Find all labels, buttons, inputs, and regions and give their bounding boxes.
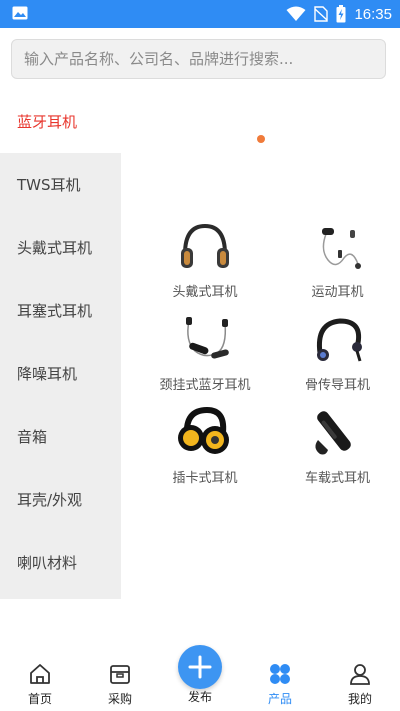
- box-icon: [110, 665, 130, 684]
- no-sim-icon: [314, 6, 329, 22]
- nav-label: 首页: [27, 692, 52, 706]
- sidebar-item-bluetooth-earphones[interactable]: 蓝牙耳机: [0, 90, 121, 153]
- product-label: 车载式耳机: [304, 471, 370, 486]
- sidebar-item-label: 耳壳/外观: [17, 491, 83, 509]
- carousel-indicator-dot: [257, 135, 265, 143]
- sidebar-item-tws-earphones[interactable]: TWS耳机: [0, 153, 121, 216]
- plus-icon: [188, 655, 212, 679]
- sidebar-item-shells-appearance[interactable]: 耳壳/外观: [0, 468, 121, 531]
- search-bar: [0, 28, 400, 90]
- product-panel: 头戴式耳机 运动耳机 颈挂式蓝牙耳机 骨传导耳机 插卡式耳机 车载式耳机: [121, 90, 400, 599]
- card-slot-headphones-icon: [178, 406, 229, 454]
- bone-conduction-headphones-icon: [316, 318, 362, 362]
- product-label: 运动耳机: [311, 285, 364, 300]
- product-tile[interactable]: 头戴式耳机: [135, 216, 275, 309]
- sidebar-item-over-ear-headphones[interactable]: 头戴式耳机: [0, 216, 121, 279]
- nav-purchase[interactable]: 采购: [80, 648, 160, 711]
- search-input[interactable]: [12, 40, 385, 78]
- product-tile[interactable]: 车载式耳机: [275, 402, 400, 495]
- sport-earphones-icon: [321, 228, 361, 269]
- sidebar-item-in-ear-earphones[interactable]: 耳塞式耳机: [0, 279, 121, 342]
- nav-label: 采购: [107, 692, 132, 706]
- sidebar-item-label: 头戴式耳机: [17, 239, 93, 257]
- home-icon: [30, 664, 50, 684]
- nav-label: 产品: [267, 692, 292, 706]
- product-label: 颈挂式蓝牙耳机: [159, 378, 251, 393]
- status-bar: 16:35: [0, 0, 400, 28]
- sidebar-item-label: 耳塞式耳机: [17, 302, 93, 320]
- status-time: 16:35: [354, 5, 392, 23]
- nav-label[interactable]: 发布: [160, 688, 240, 705]
- sidebar-item-label: TWS耳机: [17, 176, 81, 194]
- sidebar-item-label: 降噪耳机: [17, 365, 78, 383]
- sidebar-item-speaker-materials[interactable]: 喇叭材料: [0, 531, 121, 594]
- over-ear-headphones-icon: [181, 223, 229, 268]
- sidebar-item-speakers[interactable]: 音箱: [0, 405, 121, 468]
- product-tile[interactable]: 颈挂式蓝牙耳机: [135, 309, 275, 402]
- product-tile[interactable]: 骨传导耳机: [275, 309, 400, 402]
- bottom-navigation: 首页 采购 发布 产品 我的: [0, 645, 400, 711]
- sidebar-item-label: 蓝牙耳机: [17, 113, 78, 131]
- battery-charging-icon: [336, 5, 346, 23]
- product-tile[interactable]: 插卡式耳机: [135, 402, 275, 495]
- product-label: 骨传导耳机: [304, 378, 370, 393]
- wifi-icon: [286, 6, 306, 21]
- products-icon: [270, 664, 290, 684]
- category-sidebar: 蓝牙耳机 TWS耳机 头戴式耳机 耳塞式耳机 降噪耳机 音箱 耳壳/外观 喇叭材…: [0, 90, 121, 599]
- sidebar-item-label: 音箱: [17, 428, 48, 446]
- nav-label: 我的: [347, 692, 372, 706]
- neckband-earphones-icon: [186, 317, 229, 359]
- sidebar-item-label: 喇叭材料: [17, 554, 78, 572]
- user-icon: [350, 664, 370, 685]
- car-bluetooth-headset-icon: [314, 411, 351, 455]
- product-label: 插卡式耳机: [172, 471, 238, 486]
- product-grid: 头戴式耳机 运动耳机 颈挂式蓝牙耳机 骨传导耳机 插卡式耳机 车载式耳机: [135, 216, 400, 495]
- product-tile[interactable]: 运动耳机: [275, 216, 400, 309]
- nav-home[interactable]: 首页: [0, 648, 80, 711]
- publish-button[interactable]: [178, 645, 222, 689]
- nav-profile[interactable]: 我的: [320, 648, 400, 711]
- nav-products[interactable]: 产品: [240, 648, 320, 711]
- product-label: 头戴式耳机: [172, 285, 238, 300]
- search-box[interactable]: [11, 39, 386, 79]
- image-icon: [12, 6, 28, 20]
- sidebar-item-noise-cancelling[interactable]: 降噪耳机: [0, 342, 121, 405]
